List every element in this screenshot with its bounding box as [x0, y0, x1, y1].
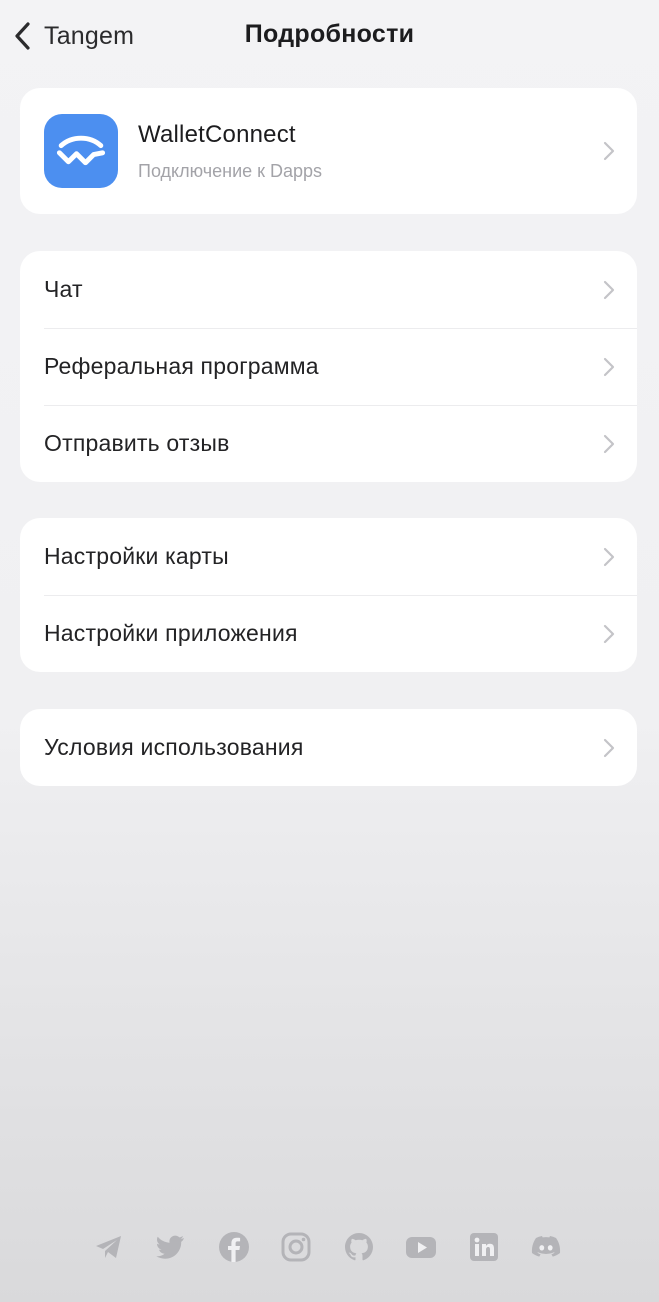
- settings-group: Настройки карты Настройки приложения: [20, 518, 637, 672]
- menu-item-send-feedback[interactable]: Отправить отзыв: [20, 405, 637, 482]
- facebook-icon[interactable]: [217, 1230, 251, 1264]
- chevron-right-icon: [603, 280, 615, 299]
- twitter-icon[interactable]: [154, 1230, 188, 1264]
- menu-item-label: Отправить отзыв: [44, 430, 230, 456]
- discord-icon[interactable]: [529, 1230, 563, 1264]
- menu-item-card-settings[interactable]: Настройки карты: [20, 518, 637, 595]
- social-links: [0, 1230, 659, 1266]
- chevron-right-icon: [603, 434, 615, 453]
- chevron-right-icon: [603, 141, 615, 161]
- walletconnect-row[interactable]: WalletConnect Подключение к Dapps: [20, 88, 637, 214]
- walletconnect-title: WalletConnect: [138, 120, 296, 148]
- menu-item-label: Чат: [44, 276, 83, 302]
- menu-item-label: Настройки приложения: [44, 620, 298, 646]
- chevron-right-icon: [603, 547, 615, 566]
- menu-item-label: Условия использования: [44, 734, 304, 760]
- menu-item-chat[interactable]: Чат: [20, 251, 637, 328]
- legal-group: Условия использования: [20, 709, 637, 786]
- navigation-bar: Tangem Подробности: [0, 0, 659, 72]
- page-title: Подробности: [244, 20, 415, 48]
- menu-item-app-settings[interactable]: Настройки приложения: [20, 595, 637, 672]
- chevron-right-icon: [603, 357, 615, 376]
- walletconnect-icon: [44, 114, 118, 188]
- linkedin-icon[interactable]: [467, 1230, 501, 1264]
- walletconnect-card: WalletConnect Подключение к Dapps: [20, 88, 637, 214]
- youtube-icon[interactable]: [404, 1230, 438, 1264]
- telegram-icon[interactable]: [92, 1230, 126, 1264]
- menu-item-label: Реферальная программа: [44, 353, 319, 379]
- menu-item-terms-of-use[interactable]: Условия использования: [20, 709, 637, 786]
- chevron-right-icon: [603, 738, 615, 757]
- instagram-icon[interactable]: [279, 1230, 313, 1264]
- support-group: Чат Реферальная программа Отправить отзы…: [20, 251, 637, 482]
- github-icon[interactable]: [342, 1230, 376, 1264]
- walletconnect-subtitle: Подключение к Dapps: [138, 160, 323, 181]
- chevron-right-icon: [603, 624, 615, 643]
- menu-item-label: Настройки карты: [44, 543, 229, 569]
- menu-item-referral-program[interactable]: Реферальная программа: [20, 328, 637, 405]
